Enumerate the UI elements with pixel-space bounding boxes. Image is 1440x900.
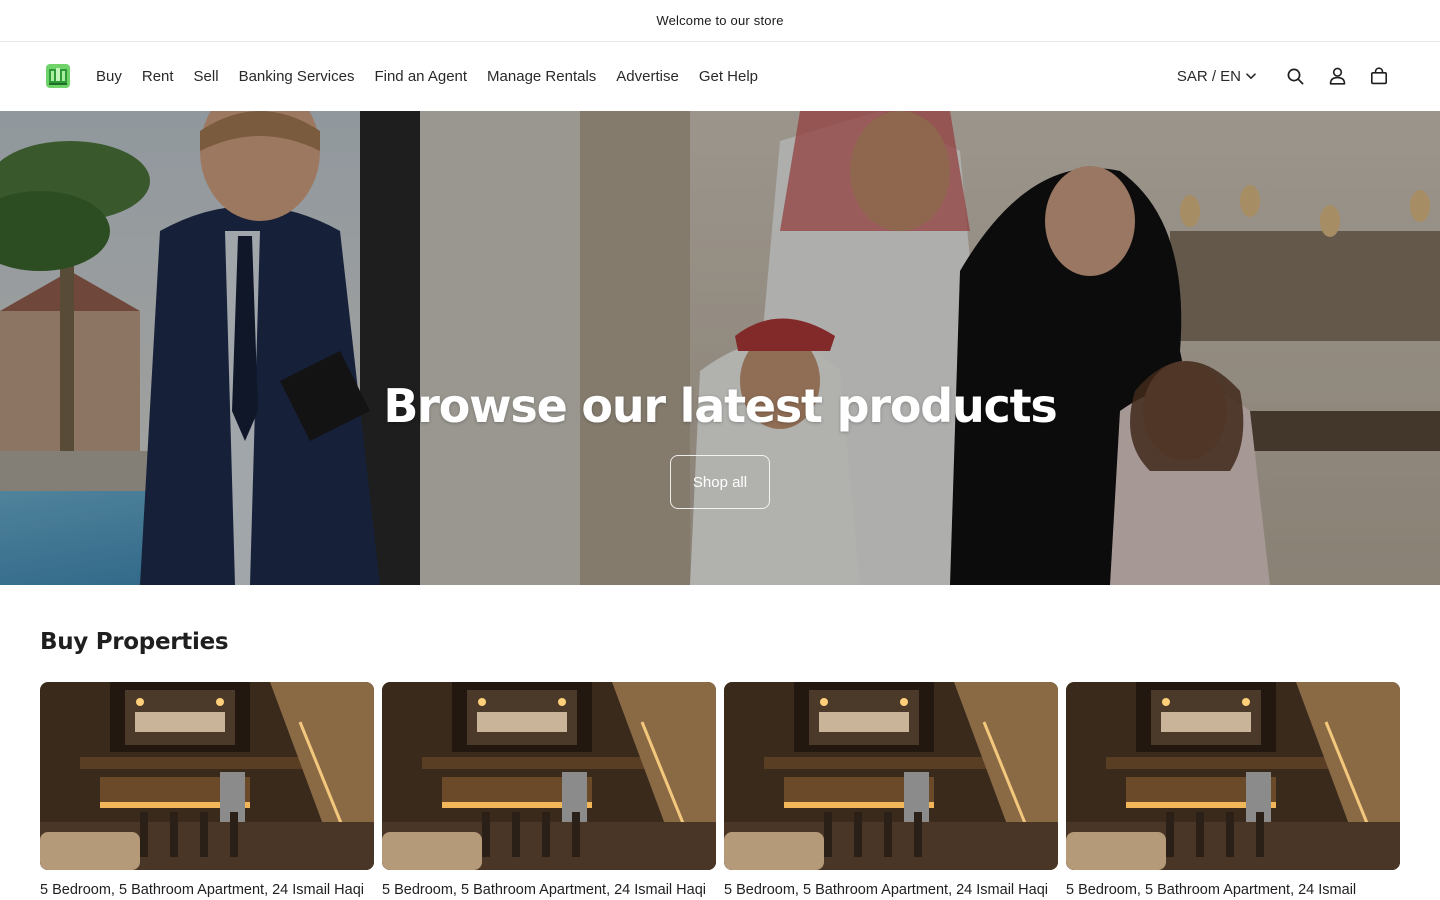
locale-label: SAR / EN bbox=[1176, 67, 1241, 85]
shop-all-button[interactable]: Shop all bbox=[670, 455, 770, 509]
product-title[interactable]: 5 Bedroom, 5 Bathroom Apartment, 24 Isma… bbox=[382, 881, 716, 899]
hero-content: Browse our latest products Shop all bbox=[0, 379, 1440, 509]
product-image[interactable] bbox=[40, 682, 374, 870]
interior-photo bbox=[40, 682, 374, 870]
product-title[interactable]: 5 Bedroom, 5 Bathroom Apartment, 24 Isma… bbox=[1066, 881, 1400, 899]
announcement-bar: Welcome to our store bbox=[0, 0, 1440, 42]
interior-photo bbox=[382, 682, 716, 870]
product-card[interactable]: 5 Bedroom, 5 Bathroom Apartment, 24 Isma… bbox=[1066, 682, 1400, 899]
product-card[interactable]: 5 Bedroom, 5 Bathroom Apartment, 24 Isma… bbox=[40, 682, 374, 899]
cart-button[interactable] bbox=[1358, 55, 1400, 97]
nav-item-banking-services[interactable]: Banking Services bbox=[239, 68, 355, 85]
announcement-text: Welcome to our store bbox=[656, 13, 784, 28]
product-grid: 5 Bedroom, 5 Bathroom Apartment, 24 Isma… bbox=[40, 682, 1400, 899]
nav-item-find-an-agent[interactable]: Find an Agent bbox=[374, 68, 467, 85]
currency-language-selector[interactable]: SAR / EN bbox=[1177, 68, 1256, 85]
product-image[interactable] bbox=[724, 682, 1058, 870]
nav-item-advertise[interactable]: Advertise bbox=[616, 68, 679, 85]
hero-banner: Browse our latest products Shop all bbox=[0, 111, 1440, 585]
chevron-down-icon bbox=[1246, 72, 1256, 79]
hero-overlay bbox=[0, 111, 1440, 585]
account-icon bbox=[1329, 67, 1345, 85]
nav-item-get-help[interactable]: Get Help bbox=[699, 68, 758, 85]
product-title[interactable]: 5 Bedroom, 5 Bathroom Apartment, 24 Isma… bbox=[40, 881, 374, 899]
buy-properties-section: Buy Properties 5 Bedroom, 5 Bathroom Apa… bbox=[0, 585, 1440, 900]
nav-item-rent[interactable]: Rent bbox=[142, 68, 174, 85]
interior-photo bbox=[1066, 682, 1400, 870]
search-button[interactable] bbox=[1274, 55, 1316, 97]
interior-photo bbox=[724, 682, 1058, 870]
product-card[interactable]: 5 Bedroom, 5 Bathroom Apartment, 24 Isma… bbox=[724, 682, 1058, 899]
cart-icon bbox=[1370, 67, 1387, 85]
nav-item-sell[interactable]: Sell bbox=[194, 68, 219, 85]
product-title[interactable]: 5 Bedroom, 5 Bathroom Apartment, 24 Isma… bbox=[724, 881, 1058, 899]
store-logo[interactable] bbox=[46, 64, 70, 88]
account-button[interactable] bbox=[1316, 55, 1358, 97]
product-image[interactable] bbox=[1066, 682, 1400, 870]
product-image[interactable] bbox=[382, 682, 716, 870]
site-header: Buy Rent Sell Banking Services Find an A… bbox=[0, 42, 1440, 110]
main-nav: Buy Rent Sell Banking Services Find an A… bbox=[96, 68, 778, 85]
logo-icon bbox=[46, 64, 70, 88]
section-title: Buy Properties bbox=[40, 629, 229, 655]
nav-item-manage-rentals[interactable]: Manage Rentals bbox=[487, 68, 596, 85]
nav-item-buy[interactable]: Buy bbox=[96, 68, 122, 85]
product-card[interactable]: 5 Bedroom, 5 Bathroom Apartment, 24 Isma… bbox=[382, 682, 716, 899]
header-actions: SAR / EN bbox=[1177, 55, 1400, 97]
search-icon bbox=[1287, 68, 1303, 84]
hero-title: Browse our latest products bbox=[383, 379, 1057, 433]
